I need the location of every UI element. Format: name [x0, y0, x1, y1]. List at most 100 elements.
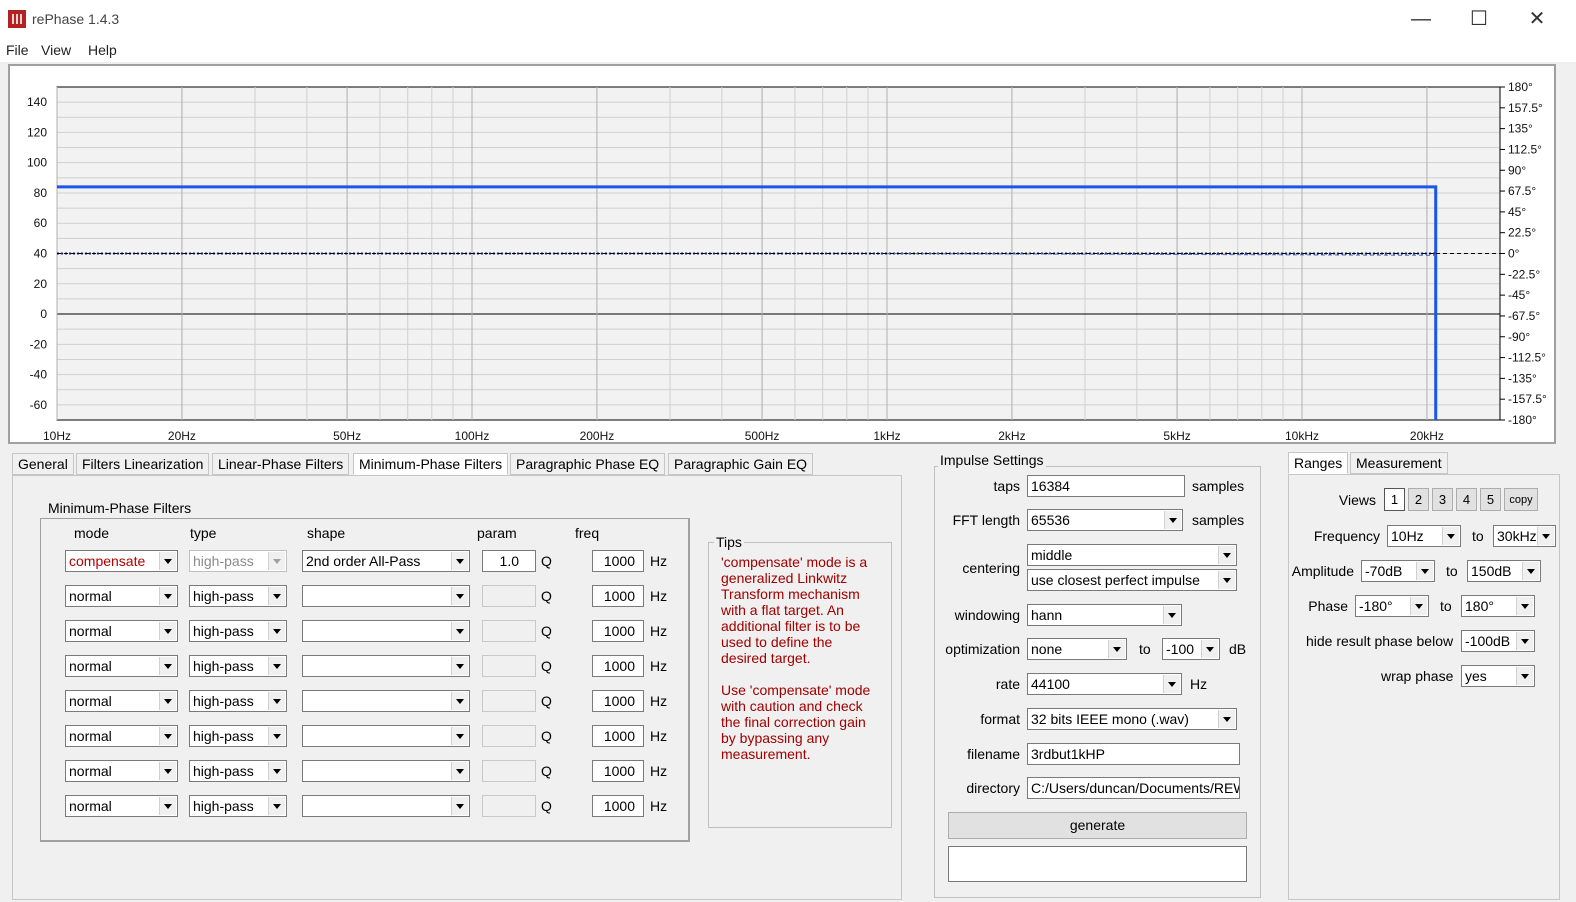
freq-input[interactable]: 1000 — [592, 620, 644, 642]
tab-minimum-phase-filters[interactable]: Minimum-Phase Filters — [353, 453, 509, 475]
q-unit-label: Q — [541, 588, 552, 604]
chevron-down-icon — [451, 727, 468, 745]
shape-select[interactable] — [302, 795, 470, 817]
y-tick-label: 140 — [27, 95, 47, 109]
y2-tick-label: -22.5° — [1508, 267, 1540, 281]
shape-select[interactable] — [302, 655, 470, 677]
view-button-1[interactable]: 1 — [1384, 488, 1405, 511]
type-select[interactable]: high-pass — [189, 550, 287, 572]
windowing-label: windowing — [954, 607, 1020, 623]
wrap-phase-label: wrap phase — [1381, 668, 1454, 684]
x-tick-label: 2kHz — [998, 429, 1025, 442]
optimization-select[interactable]: none — [1027, 638, 1127, 660]
y2-tick-label: -157.5° — [1508, 392, 1547, 406]
x-tick-label: 200Hz — [580, 429, 615, 442]
mode-select[interactable]: compensate — [65, 550, 178, 572]
mode-select[interactable]: normal — [65, 795, 178, 817]
shape-select[interactable] — [302, 690, 470, 712]
amp-to-select[interactable]: 150dB — [1467, 560, 1541, 582]
taps-input[interactable]: 16384 — [1027, 475, 1185, 497]
freq-input[interactable]: 1000 — [592, 795, 644, 817]
mode-select[interactable]: normal — [65, 620, 178, 642]
wrap-phase-select[interactable]: yes — [1461, 665, 1535, 687]
param-input — [482, 725, 536, 747]
chevron-down-icon — [1108, 640, 1125, 658]
type-select[interactable]: high-pass — [189, 585, 287, 607]
type-select[interactable]: high-pass — [189, 795, 287, 817]
copy-view-button[interactable]: copy — [1504, 488, 1538, 511]
x-tick-label: 10kHz — [1285, 429, 1319, 442]
response-chart[interactable]: 10Hz 20Hz 50Hz 100Hz 200Hz 500Hz 1kHz 2kHz 5kHz 1… — [8, 64, 1556, 444]
freq-input[interactable]: 1000 — [592, 550, 644, 572]
fft-length-label: FFT length — [952, 512, 1020, 528]
freq-from-select[interactable]: 10Hz — [1387, 525, 1461, 547]
chart-svg[interactable]: 10Hz 20Hz 50Hz 100Hz 200Hz 500Hz 1kHz 2kHz 5kHz 1… — [10, 66, 1554, 443]
amp-from-select[interactable]: -70dB — [1361, 560, 1435, 582]
tab-paragraphic-gain-eq[interactable]: Paragraphic Gain EQ — [668, 453, 814, 475]
chevron-down-icon — [1522, 562, 1539, 580]
close-icon[interactable]: ✕ — [1514, 0, 1560, 38]
amp-to-label: to — [1446, 563, 1458, 579]
tab-paragraphic-phase-eq[interactable]: Paragraphic Phase EQ — [510, 453, 666, 475]
menu-view[interactable]: View — [41, 42, 71, 58]
phase-to-select[interactable]: 180° — [1461, 595, 1535, 617]
menu-file[interactable]: File — [6, 42, 29, 58]
shape-select[interactable] — [302, 725, 470, 747]
tab-linear-phase-filters[interactable]: Linear-Phase Filters — [212, 453, 350, 475]
freq-input[interactable]: 1000 — [592, 725, 644, 747]
hide-phase-select[interactable]: -100dB — [1461, 630, 1535, 652]
param-input[interactable]: 1.0 — [482, 550, 536, 572]
type-select[interactable]: high-pass — [189, 725, 287, 747]
chevron-down-icon — [268, 762, 285, 780]
menu-help[interactable]: Help — [88, 42, 117, 58]
maximize-icon[interactable]: ☐ — [1456, 0, 1502, 38]
shape-select[interactable]: 2nd order All-Pass — [302, 550, 470, 572]
y-tick-label: 100 — [27, 156, 47, 170]
type-select[interactable]: high-pass — [189, 655, 287, 677]
mode-select[interactable]: normal — [65, 655, 178, 677]
windowing-select[interactable]: hann — [1027, 604, 1182, 626]
status-output — [948, 846, 1247, 882]
type-select[interactable]: high-pass — [189, 690, 287, 712]
mode-select[interactable]: normal — [65, 690, 178, 712]
view-button-4[interactable]: 4 — [1456, 488, 1477, 511]
tab-filters-linearization[interactable]: Filters Linearization — [76, 453, 210, 475]
y-tick-label: -40 — [30, 368, 48, 382]
fft-length-select[interactable]: 65536 — [1027, 509, 1183, 531]
mode-select[interactable]: normal — [65, 760, 178, 782]
centering-mode-select[interactable]: use closest perfect impulse — [1027, 569, 1237, 591]
shape-select[interactable] — [302, 620, 470, 642]
directory-input[interactable]: C:/Users/duncan/Documents/REW — [1027, 777, 1240, 799]
view-button-3[interactable]: 3 — [1432, 488, 1453, 511]
freq-input[interactable]: 1000 — [592, 585, 644, 607]
tab-measurement[interactable]: Measurement — [1350, 452, 1448, 474]
freq-to-select[interactable]: 30kHz — [1493, 525, 1556, 547]
minimize-icon[interactable]: — — [1398, 0, 1444, 38]
amplitude-label: Amplitude — [1291, 563, 1354, 579]
menu-bar: File View Help — [0, 38, 1576, 62]
tab-general[interactable]: General — [12, 453, 74, 475]
tab-ranges[interactable]: Ranges — [1288, 452, 1349, 474]
hz-unit-label: Hz — [650, 658, 668, 674]
rate-select[interactable]: 44100 — [1027, 673, 1182, 695]
mode-select[interactable]: normal — [65, 725, 178, 747]
freq-input[interactable]: 1000 — [592, 760, 644, 782]
freq-input[interactable]: 1000 — [592, 655, 644, 677]
shape-select[interactable] — [302, 585, 470, 607]
type-select[interactable]: high-pass — [189, 620, 287, 642]
phase-from-select[interactable]: -180° — [1355, 595, 1429, 617]
optimization-level-select[interactable]: -100 — [1162, 638, 1220, 660]
shape-select[interactable] — [302, 760, 470, 782]
chevron-down-icon — [1164, 511, 1181, 529]
header-param: param — [477, 525, 517, 541]
format-select[interactable]: 32 bits IEEE mono (.wav) — [1027, 708, 1237, 730]
mode-select[interactable]: normal — [65, 585, 178, 607]
view-button-5[interactable]: 5 — [1480, 488, 1501, 511]
freq-input[interactable]: 1000 — [592, 690, 644, 712]
type-select[interactable]: high-pass — [189, 760, 287, 782]
generate-button[interactable]: generate — [948, 812, 1247, 839]
centering-select[interactable]: middle — [1027, 544, 1237, 566]
filename-input[interactable]: 3rdbut1kHP — [1027, 743, 1240, 765]
view-button-2[interactable]: 2 — [1408, 488, 1429, 511]
hz-unit-label: Hz — [650, 693, 668, 709]
